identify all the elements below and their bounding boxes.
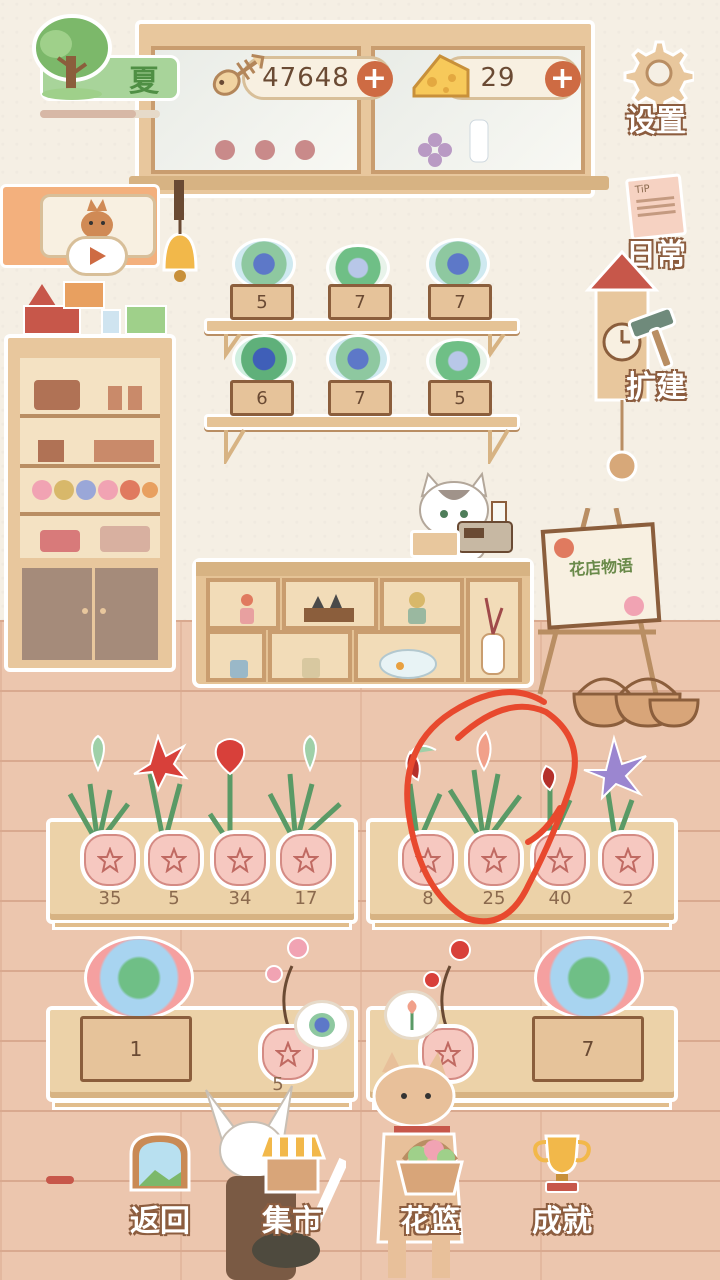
cheese-count: 29 (480, 63, 516, 93)
pot-count: 35 (98, 888, 122, 909)
cash-register[interactable] (452, 498, 516, 558)
market-stall-icon (257, 1134, 327, 1194)
hammer-icon (627, 308, 677, 370)
counter-desk (192, 558, 534, 688)
settings-button[interactable]: 设置 (612, 38, 700, 139)
fishbone-icon (208, 46, 270, 102)
achievement-label: 成就 (532, 1204, 592, 1239)
season-progress-bar (40, 110, 160, 118)
settings-label: 设置 (626, 104, 686, 139)
basket-label: 花篮 (400, 1204, 460, 1239)
order-bubble-bouquet[interactable] (294, 1000, 350, 1050)
pot-count: 34 (228, 888, 252, 909)
flower-box (410, 530, 460, 558)
upper-shelf (204, 318, 520, 334)
basket-stack[interactable] (570, 660, 700, 728)
market-label: 集市 (262, 1204, 322, 1239)
flower-pot[interactable] (210, 830, 270, 890)
pot-count: 17 (294, 888, 318, 909)
bookcase-doors (18, 564, 162, 664)
season-progress-fill (40, 110, 136, 118)
cheese-add-button[interactable]: + (545, 61, 581, 97)
trophy-icon (533, 1134, 591, 1193)
table-rail (52, 920, 352, 930)
shelf-crate[interactable]: 6 (230, 380, 294, 416)
back-button[interactable]: 返回 (110, 1130, 210, 1240)
bouquet-green (426, 338, 490, 384)
fish-count: 47648 (262, 63, 350, 93)
market-button[interactable]: 集市 (242, 1130, 342, 1240)
order-bubble-flower[interactable] (384, 990, 440, 1040)
expand-label: 扩建 (626, 370, 686, 405)
expand-button[interactable]: 扩建 (612, 304, 700, 405)
shelf-crate[interactable]: 7 (328, 380, 392, 416)
back-label: 返回 (130, 1204, 190, 1239)
minus-indicator (46, 1176, 74, 1184)
left-plants (67, 734, 342, 844)
bouquet-blue (426, 238, 490, 290)
bouquet-crate[interactable]: 7 (532, 1016, 644, 1082)
play-icon (90, 247, 106, 265)
fish-add-button[interactable]: + (357, 61, 393, 97)
pot-count: 5 (168, 888, 180, 909)
bouquet-crate[interactable]: 1 (80, 1016, 192, 1082)
season-label: 夏 (129, 64, 159, 99)
flower-pot[interactable] (276, 830, 336, 890)
flower-pot[interactable] (598, 830, 658, 890)
display-cabinet (129, 20, 609, 198)
tree-icon (26, 8, 118, 102)
flower-pot[interactable] (144, 830, 204, 890)
shelf-crate[interactable]: 7 (428, 284, 492, 320)
play-video-button[interactable] (66, 236, 128, 276)
basket-button[interactable]: 花篮 (380, 1130, 480, 1240)
achievement-button[interactable]: 成就 (512, 1130, 612, 1240)
shelf-crate[interactable]: 5 (428, 380, 492, 416)
flower-pot[interactable] (80, 830, 140, 890)
shelf-crate[interactable]: 5 (230, 284, 294, 320)
bouquet-large (84, 936, 194, 1020)
pot-count: 2 (622, 888, 634, 909)
shelf-crate[interactable]: 7 (328, 284, 392, 320)
flower-basket-icon (396, 1139, 464, 1196)
bouquet-dark-blue (232, 334, 296, 384)
bouquet-blue (232, 238, 296, 290)
gift-boxes (20, 276, 170, 336)
bouquet-large (534, 936, 644, 1020)
window-icon (129, 1132, 191, 1192)
bookcase (4, 334, 176, 672)
bouquet-blue (326, 334, 390, 384)
cheese-icon (410, 48, 472, 102)
annotation-circle (404, 689, 578, 925)
